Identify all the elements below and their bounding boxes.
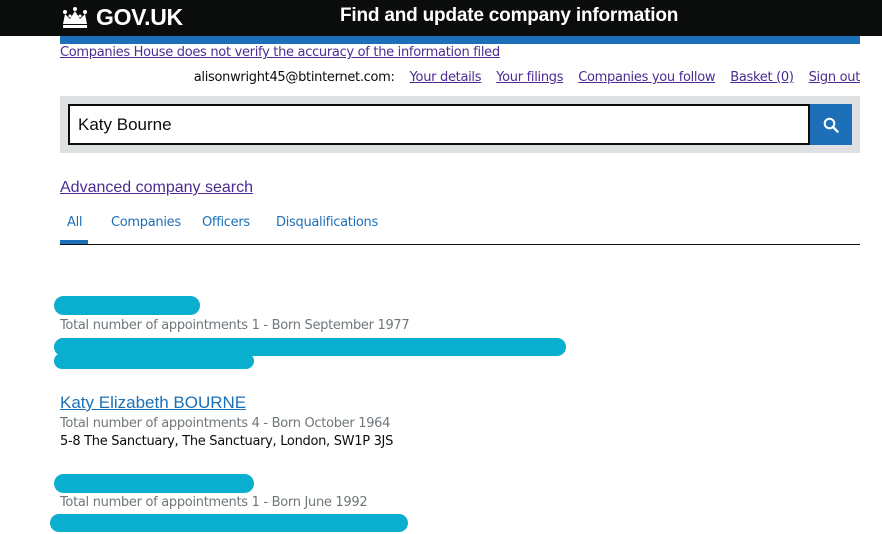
redaction-mark [54, 353, 254, 369]
result-meta: Total number of appointments 4 - Born Oc… [60, 416, 391, 431]
tab-disqualifications[interactable]: Disqualifications [276, 215, 378, 230]
account-email: alisonwright45@btinternet.com: [193, 70, 395, 85]
list-item: Katy Elizabeth BOURNE Total number of ap… [60, 393, 393, 449]
active-tab-indicator [60, 240, 88, 244]
crown-icon [63, 7, 87, 28]
tab-companies[interactable]: Companies [111, 215, 181, 230]
your-details-link[interactable]: Your details [410, 70, 482, 85]
result-title[interactable]: Katy Elizabeth BOURNE [60, 393, 393, 413]
basket-link[interactable]: Basket (0) [730, 70, 794, 85]
service-name[interactable]: Find and update company information [340, 5, 678, 27]
govuk-header: GOV.UK Find and update company informati… [0, 0, 882, 36]
companies-you-follow-link[interactable]: Companies you follow [578, 70, 715, 85]
redaction-mark [54, 474, 254, 493]
result-meta: Total number of appointments 1 - Born Ju… [60, 495, 368, 510]
search-input[interactable] [68, 104, 810, 145]
advanced-search-link[interactable]: Advanced company search [60, 179, 253, 197]
results-tabs: All Companies Officers Disqualifications [60, 209, 860, 245]
header-blue-bar [60, 36, 860, 44]
search-button[interactable] [810, 104, 852, 145]
disclaimer-link[interactable]: Companies House does not verify the accu… [60, 45, 500, 60]
search-panel [60, 96, 860, 153]
govuk-logo-link[interactable]: GOV.UK [60, 3, 183, 31]
tab-officers[interactable]: Officers [202, 215, 250, 230]
search-icon [823, 117, 839, 133]
account-nav: alisonwright45@btinternet.com: Your deta… [193, 70, 861, 85]
redaction-mark [54, 296, 200, 315]
tab-all[interactable]: All [67, 215, 83, 230]
redaction-mark [50, 514, 408, 532]
result-meta: Total number of appointments 1 - Born Se… [60, 318, 410, 333]
sign-out-link[interactable]: Sign out [809, 70, 861, 85]
logo-text: GOV.UK [96, 3, 183, 30]
result-address: 5-8 The Sanctuary, The Sanctuary, London… [60, 434, 394, 449]
your-filings-link[interactable]: Your filings [496, 70, 563, 85]
